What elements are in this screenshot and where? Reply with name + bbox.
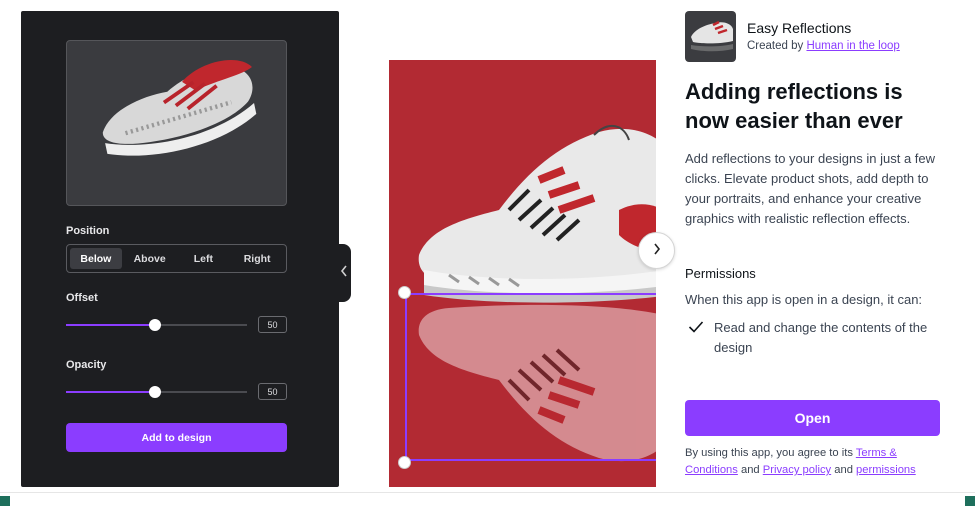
offset-slider-knob[interactable] xyxy=(149,319,161,331)
shoe-graphic xyxy=(418,125,656,303)
position-option-left[interactable]: Left xyxy=(178,248,230,269)
legal-and-2: and xyxy=(834,464,853,476)
offset-slider[interactable] xyxy=(66,319,247,331)
position-segmented-control: Below Above Left Right xyxy=(66,244,287,273)
legal-notice: By using this app, you agree to its Term… xyxy=(685,445,947,479)
chevron-right-icon xyxy=(653,242,661,260)
check-icon xyxy=(688,320,704,339)
chevron-left-icon xyxy=(340,264,348,282)
position-label: Position xyxy=(66,225,110,237)
permissions-intro: When this app is open in a design, it ca… xyxy=(685,292,923,307)
app-description: Add reflections to your designs in just … xyxy=(685,151,936,226)
position-option-below[interactable]: Below xyxy=(70,248,122,269)
opacity-value-input[interactable]: 50 xyxy=(258,383,287,400)
offset-label: Offset xyxy=(66,292,98,304)
legal-prefix: By using this app, you agree to its xyxy=(685,447,853,459)
app-listing-page: Position Below Above Left Right Offset 5… xyxy=(0,0,975,506)
preview-image xyxy=(389,60,656,487)
window-bottom-edge xyxy=(0,492,975,506)
created-by: Created by Human in the loop xyxy=(747,40,900,52)
offset-slider-fill xyxy=(66,324,155,326)
app-headline: Adding reflections is now easier than ev… xyxy=(685,79,903,133)
author-link[interactable]: Human in the loop xyxy=(806,40,899,52)
permission-item: Read and change the contents of the desi… xyxy=(714,320,928,355)
editor-panel: Position Below Above Left Right Offset 5… xyxy=(21,11,339,487)
reflection-selection-box[interactable] xyxy=(405,293,656,461)
opacity-slider[interactable] xyxy=(66,386,247,398)
collapse-panel-button[interactable] xyxy=(337,244,351,302)
permissions-link[interactable]: permissions xyxy=(856,464,916,476)
open-button[interactable]: Open xyxy=(685,400,940,436)
app-icon xyxy=(685,11,736,62)
permissions-title: Permissions xyxy=(685,266,756,281)
created-by-prefix: Created by xyxy=(747,40,804,52)
selection-handle-bottom[interactable] xyxy=(398,456,411,469)
privacy-link[interactable]: Privacy policy xyxy=(763,464,831,476)
legal-and-1: and xyxy=(740,464,760,476)
selection-handle-top[interactable] xyxy=(398,286,411,299)
add-to-design-button[interactable]: Add to design xyxy=(66,423,287,452)
next-slide-button[interactable] xyxy=(638,232,675,269)
app-name: Easy Reflections xyxy=(747,20,852,36)
position-option-above[interactable]: Above xyxy=(124,248,176,269)
shoe-thumbnail xyxy=(66,40,287,206)
opacity-slider-knob[interactable] xyxy=(149,386,161,398)
position-option-right[interactable]: Right xyxy=(231,248,283,269)
opacity-slider-fill xyxy=(66,391,155,393)
opacity-label: Opacity xyxy=(66,359,107,371)
offset-value-input[interactable]: 50 xyxy=(258,316,287,333)
